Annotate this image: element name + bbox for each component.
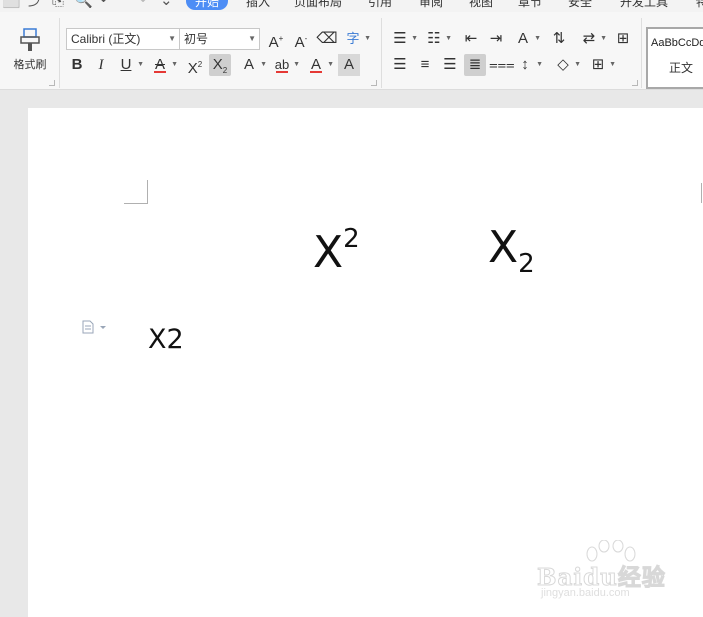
subscript-base: X [488, 222, 519, 273]
underline-button[interactable]: U ▼ [115, 54, 144, 76]
baidu-jingyan-watermark: Baidu经验 jingyan.baidu.com [537, 540, 687, 605]
font-name-select[interactable]: Calibri (正文) ▼ [66, 28, 180, 50]
tab-insert[interactable]: 插入 [246, 0, 270, 10]
subscript-sample[interactable]: X2 [488, 226, 535, 279]
format-painter-button[interactable]: 格式刷 [10, 26, 50, 76]
redo-icon[interactable]: ↷ [134, 0, 147, 8]
page-corner-mark [124, 180, 148, 204]
copy-icon[interactable]: ⎘ [52, 0, 64, 8]
shrink-font-button[interactable]: A- [290, 28, 312, 51]
style-sample-text: AaBbCcDd [651, 37, 703, 49]
tab-chapter[interactable]: 章节 [518, 0, 542, 10]
font-name-value: Calibri (正文) [71, 32, 141, 46]
superscript-sample[interactable]: X2 [313, 226, 360, 275]
export-icon[interactable]: ⤴ [28, 0, 43, 8]
highlight-button[interactable]: ab ▼ [271, 54, 300, 76]
italic-button[interactable]: I [90, 54, 112, 76]
borders-button[interactable]: ⊞ ▼ [587, 54, 616, 76]
style-name-label: 正文 [668, 61, 693, 75]
show-marks-button[interactable]: ⇄ ▼ [578, 28, 607, 50]
style-normal-tile[interactable]: AaBbCcDd 正文 [646, 27, 703, 89]
bullets-button[interactable]: ☰ ▼ [389, 28, 418, 50]
increase-indent-icon[interactable]: ⇥ [485, 28, 507, 50]
print-preview-icon[interactable]: 🔍 [74, 0, 93, 8]
grow-font-button[interactable]: A+ [265, 28, 287, 51]
tab-home[interactable]: 开始 [186, 0, 229, 10]
table-outline-icon[interactable]: ⊞ [612, 28, 634, 50]
superscript-base: X [313, 227, 344, 278]
format-painter-label: 格式刷 [13, 59, 47, 71]
tab-page-layout[interactable]: 页面布局 [294, 0, 342, 10]
ribbon-toolbar: 格式刷 Calibri (正文) ▼ 初号 ▼ A+ A- ⌫ 字 ▼ B I U… [0, 12, 703, 90]
strikethrough-button[interactable]: A ▼ [149, 54, 178, 76]
font-size-value: 初号 [184, 32, 209, 46]
shading-button[interactable]: ◇ ▼ [552, 54, 581, 76]
numbering-button[interactable]: ☷ ▼ [423, 28, 452, 50]
watermark-url: jingyan.baidu.com [541, 587, 630, 599]
tab-more[interactable]: 特 [696, 0, 703, 10]
subscript-button[interactable]: X2 [209, 54, 231, 76]
line-direction-button[interactable]: A ▼ [512, 28, 541, 50]
subscript-index: 2 [518, 249, 535, 279]
undo-icon[interactable]: ↶ [100, 0, 113, 8]
decrease-indent-icon[interactable]: ⇤ [460, 28, 482, 50]
paragraph-layout-icon[interactable] [81, 320, 107, 334]
font-size-select[interactable]: 初号 ▼ [179, 28, 260, 50]
plain-text-sample[interactable]: X2 [148, 326, 184, 353]
line-spacing-button[interactable]: ↕ ▼ [514, 54, 543, 76]
chevron-down-icon: ▼ [248, 34, 256, 43]
clipboard-group-launcher[interactable] [49, 80, 55, 86]
paragraph-group-launcher[interactable] [632, 80, 638, 86]
save-icon[interactable]: ⬜ [2, 0, 21, 8]
format-painter-icon [20, 28, 40, 51]
quick-access-more-icon[interactable]: ⌄ [160, 0, 173, 8]
justify-icon[interactable]: ≣ [464, 54, 486, 76]
tab-developer[interactable]: 开发工具 [620, 0, 668, 10]
sort-icon[interactable]: ⇅ [548, 28, 570, 50]
divider [641, 18, 642, 88]
tab-security[interactable]: 安全 [568, 0, 592, 10]
phonetic-guide-button[interactable]: 字 ▼ [342, 28, 371, 50]
divider [59, 18, 60, 88]
font-group-launcher[interactable] [371, 80, 377, 86]
tab-view[interactable]: 视图 [469, 0, 493, 10]
tab-review[interactable]: 审阅 [419, 0, 443, 10]
superscript-button[interactable]: X2 [184, 54, 206, 77]
character-shading-button[interactable]: A [338, 54, 360, 76]
divider [381, 18, 382, 88]
font-color-button[interactable]: A ▼ [305, 54, 334, 76]
menu-bar: ⬜ ⤴ ⎘ 🔍 ↶ ↷ ⌄ 开始 插入 页面布局 引用 审阅 视图 章节 安全 … [0, 0, 703, 12]
clear-format-icon[interactable]: ⌫ [316, 28, 338, 50]
text-effect-button[interactable]: A ▼ [238, 54, 267, 76]
align-right-icon[interactable]: ☰ [439, 54, 461, 76]
bold-button[interactable]: B [66, 54, 88, 76]
superscript-exponent: 2 [343, 224, 360, 254]
align-left-icon[interactable]: ☰ [389, 54, 411, 76]
distributed-align-icon[interactable]: ⩶ [489, 54, 515, 76]
align-center-icon[interactable]: ≡ [414, 54, 436, 76]
tab-references[interactable]: 引用 [368, 0, 392, 10]
chevron-down-icon: ▼ [168, 34, 176, 43]
